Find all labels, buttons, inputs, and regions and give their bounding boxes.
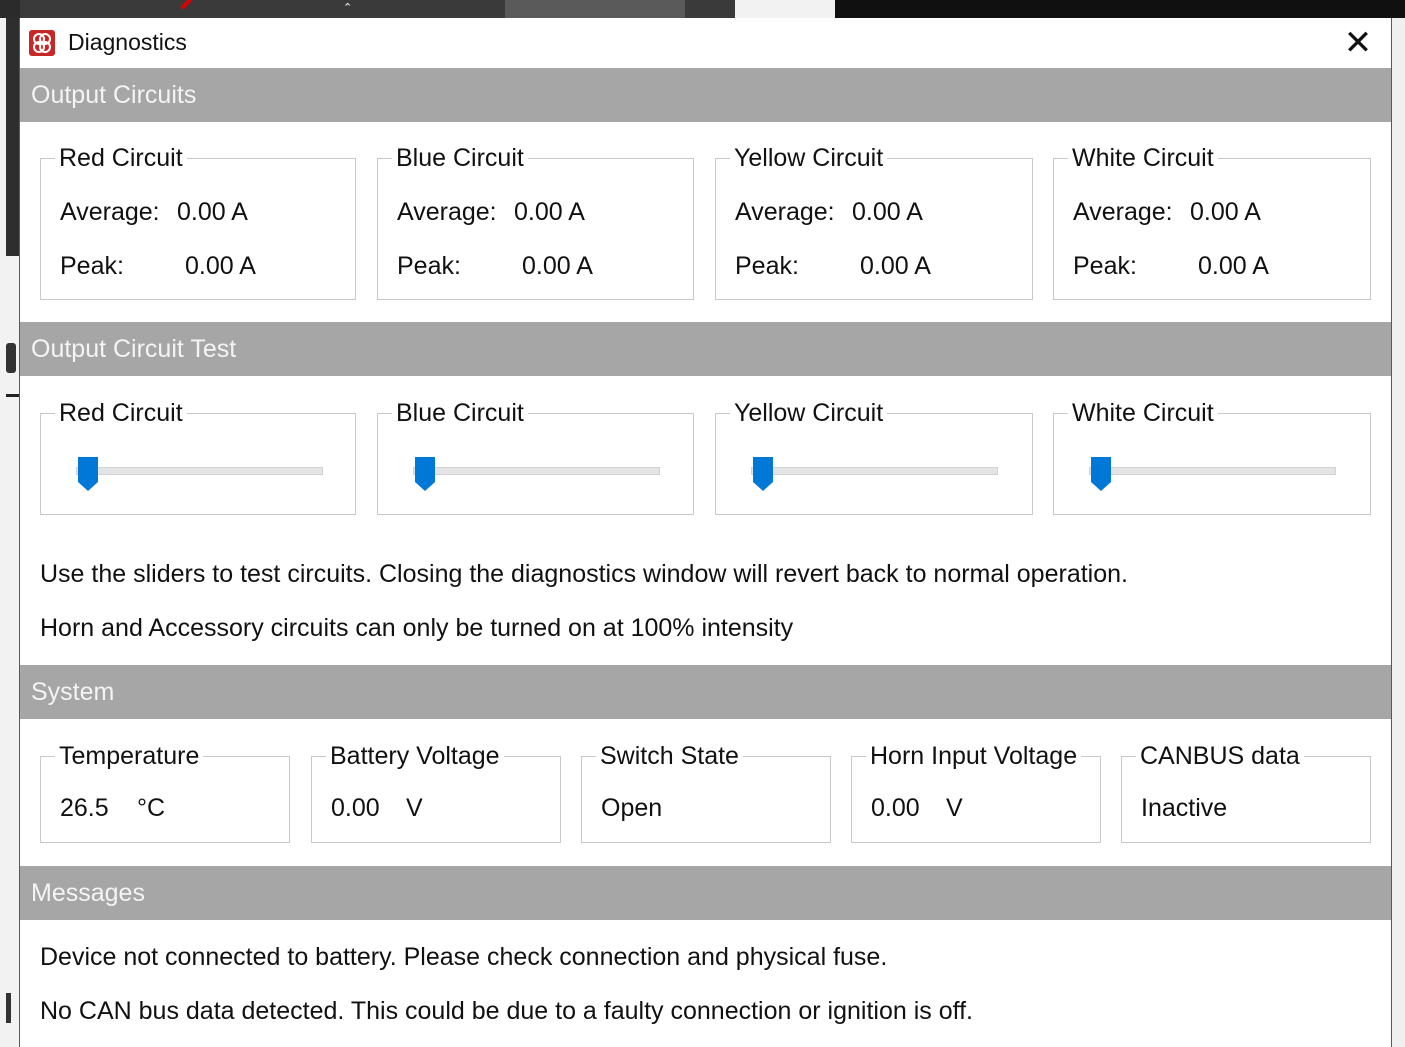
background-red-mark (180, 0, 192, 10)
average-label: Average: (1073, 198, 1173, 226)
switch-state-group: Switch State Open (581, 741, 831, 843)
slider-thumb[interactable] (1090, 456, 1112, 492)
test-circuit-red: Red Circuit (40, 398, 356, 515)
slider-thumb[interactable] (414, 456, 436, 492)
peak-value: 0.00 A (522, 252, 593, 280)
window-title: Diagnostics (68, 29, 187, 55)
test-instructions: Use the sliders to test circuits. Closin… (40, 560, 1128, 588)
average-label: Average: (735, 198, 835, 226)
horn-input-voltage-label: Horn Input Voltage (866, 741, 1082, 771)
circuit-name: Blue Circuit (392, 143, 528, 173)
slider-thumb[interactable] (77, 456, 99, 492)
output-circuit-white: White Circuit Average: 0.00 A Peak: 0.00… (1053, 143, 1371, 300)
section-header-output-circuits: Output Circuits (20, 68, 1391, 122)
circuit-name: White Circuit (1068, 398, 1218, 428)
temperature-label: Temperature (55, 741, 204, 771)
circuit-name: Red Circuit (55, 398, 187, 428)
average-value: 0.00 A (1190, 198, 1261, 226)
average-label: Average: (397, 198, 497, 226)
test-circuit-blue: Blue Circuit (377, 398, 694, 515)
canbus-label: CANBUS data (1136, 741, 1304, 771)
canbus-value: Inactive (1141, 794, 1228, 822)
peak-label: Peak: (735, 252, 799, 280)
message-canbus: No CAN bus data detected. This could be … (40, 997, 973, 1025)
temperature-group: Temperature 26.5 °C (40, 741, 290, 843)
horn-input-voltage-unit: V (946, 794, 963, 822)
background-app-right (1390, 18, 1405, 1047)
section-header-messages: Messages (20, 866, 1391, 920)
background-mark (6, 993, 11, 1023)
horn-input-voltage-group: Horn Input Voltage 0.00 V (851, 741, 1101, 843)
background-segment (735, 0, 835, 18)
section-header-system: System (20, 665, 1391, 719)
battery-voltage-group: Battery Voltage 0.00 V (311, 741, 561, 843)
battery-voltage-unit: V (406, 794, 423, 822)
battery-voltage-value: 0.00 (331, 794, 380, 822)
background-app-toolbar: ⌃ (0, 0, 1405, 18)
background-segment (835, 0, 1405, 18)
red-circuit-slider[interactable] (76, 457, 323, 491)
background-mark (6, 343, 16, 373)
average-label: Average: (60, 198, 160, 226)
background-segment (505, 0, 685, 18)
temperature-value: 26.5 (60, 794, 109, 822)
test-intensity-note: Horn and Accessory circuits can only be … (40, 614, 794, 642)
circuit-name: Yellow Circuit (730, 143, 888, 173)
app-logo-icon (29, 30, 55, 56)
temperature-unit: °C (137, 794, 166, 822)
background-divider (6, 394, 20, 397)
circuit-name: Yellow Circuit (730, 398, 888, 428)
message-battery: Device not connected to battery. Please … (40, 943, 888, 971)
diagnostics-window: Diagnostics ✕ Output Circuits Red Circui… (19, 18, 1392, 1047)
switch-state-label: Switch State (596, 741, 743, 771)
peak-value: 0.00 A (185, 252, 256, 280)
yellow-circuit-slider[interactable] (751, 457, 998, 491)
average-value: 0.00 A (514, 198, 585, 226)
circuit-name: White Circuit (1068, 143, 1218, 173)
battery-voltage-label: Battery Voltage (326, 741, 504, 771)
average-value: 0.00 A (852, 198, 923, 226)
peak-value: 0.00 A (860, 252, 931, 280)
output-circuit-blue: Blue Circuit Average: 0.00 A Peak: 0.00 … (377, 143, 694, 300)
output-circuit-red: Red Circuit Average: 0.00 A Peak: 0.00 A (40, 143, 356, 300)
background-app-left (0, 18, 20, 1047)
circuit-name: Blue Circuit (392, 398, 528, 428)
peak-label: Peak: (397, 252, 461, 280)
canbus-group: CANBUS data Inactive (1121, 741, 1371, 843)
peak-label: Peak: (60, 252, 124, 280)
title-bar[interactable]: Diagnostics ✕ (20, 18, 1391, 68)
blue-circuit-slider[interactable] (413, 457, 660, 491)
test-circuit-yellow: Yellow Circuit (715, 398, 1033, 515)
test-circuit-white: White Circuit (1053, 398, 1371, 515)
average-value: 0.00 A (177, 198, 248, 226)
slider-thumb[interactable] (752, 456, 774, 492)
background-panel (6, 18, 20, 256)
circuit-name: Red Circuit (55, 143, 187, 173)
background-caret-icon: ⌃ (343, 2, 353, 14)
horn-input-voltage-value: 0.00 (871, 794, 920, 822)
output-circuit-yellow: Yellow Circuit Average: 0.00 A Peak: 0.0… (715, 143, 1033, 300)
section-header-output-circuit-test: Output Circuit Test (20, 322, 1391, 376)
peak-value: 0.00 A (1198, 252, 1269, 280)
background-segment (0, 0, 20, 18)
close-button[interactable]: ✕ (1338, 24, 1378, 62)
peak-label: Peak: (1073, 252, 1137, 280)
white-circuit-slider[interactable] (1089, 457, 1336, 491)
switch-state-value: Open (601, 794, 663, 822)
